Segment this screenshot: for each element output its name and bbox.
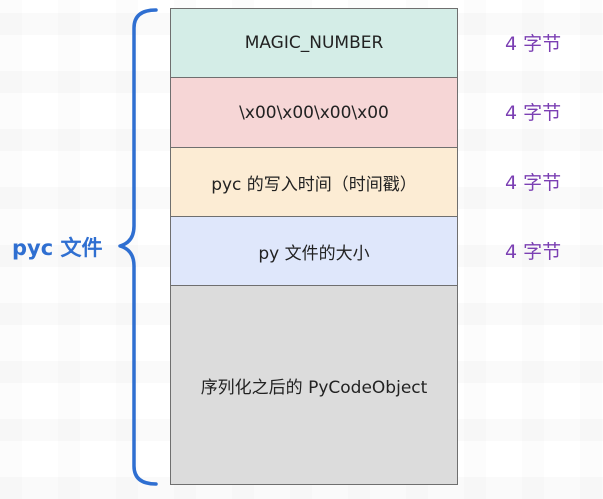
block-padding-bytes-label: \x00\x00\x00\x00 [239, 102, 389, 123]
block-padding-bytes: \x00\x00\x00\x00 [170, 77, 458, 148]
block-magic-number: MAGIC_NUMBER [170, 8, 458, 78]
size-label-magic-number: 4 字节 [505, 33, 562, 55]
size-label-padding-bytes: 4 字节 [505, 102, 562, 124]
block-magic-number-label: MAGIC_NUMBER [244, 33, 384, 53]
curly-brace [118, 8, 158, 486]
size-label-py-size: 4 字节 [505, 241, 562, 263]
size-label-write-time: 4 字节 [505, 172, 562, 194]
curly-brace-path [118, 8, 158, 486]
block-code-object-label: 序列化之后的 PyCodeObject [200, 377, 428, 398]
block-write-time-label: pyc 的写入时间（时间戳） [211, 174, 417, 195]
block-code-object: 序列化之后的 PyCodeObject [170, 285, 458, 485]
pyc-file-label: pyc 文件 [12, 236, 103, 260]
block-write-time: pyc 的写入时间（时间戳） [170, 147, 458, 217]
block-py-size: py 文件的大小 [170, 216, 458, 286]
block-py-size-label: py 文件的大小 [258, 243, 370, 264]
